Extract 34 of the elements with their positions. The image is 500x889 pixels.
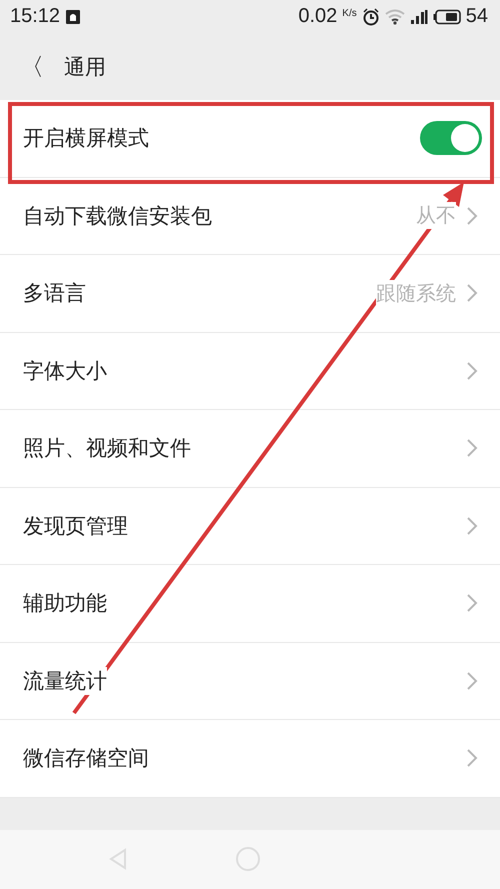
back-button[interactable]: 〈 xyxy=(12,50,52,82)
signal-icon xyxy=(410,8,428,24)
network-speed: 0.02 xyxy=(298,5,338,28)
wifi-icon xyxy=(384,8,405,24)
page-title: 通用 xyxy=(64,54,106,80)
setting-value: 从不 xyxy=(416,202,456,230)
toggle-switch[interactable] xyxy=(420,121,482,156)
chevron-icon xyxy=(466,593,478,614)
speed-unit: K/s xyxy=(342,8,357,19)
chevron-icon xyxy=(466,516,478,536)
setting-value: 跟随系统 xyxy=(376,280,456,307)
settings-item[interactable]: 字体大小 xyxy=(0,332,500,410)
chevron-icon xyxy=(466,283,478,304)
home-nav-icon[interactable] xyxy=(235,846,261,872)
settings-item[interactable]: 微信存储空间 xyxy=(0,720,500,798)
settings-item[interactable]: 辅助功能 xyxy=(0,565,500,642)
status-time: 15:12 xyxy=(10,5,60,28)
alarm-icon xyxy=(362,8,380,26)
chevron-icon xyxy=(466,360,478,381)
settings-item[interactable]: 自动下载微信安装包 从不 xyxy=(0,178,500,255)
back-nav-icon[interactable] xyxy=(106,848,128,870)
chevron-icon xyxy=(466,670,478,691)
settings-item[interactable]: 照片、视频和文件 xyxy=(0,410,500,488)
settings-item[interactable]: 流量统计 xyxy=(0,642,500,720)
settings-item[interactable]: 开启横屏模式 xyxy=(0,100,500,178)
setting-label: 流量统计 xyxy=(23,666,107,695)
battery-level: 54 xyxy=(466,5,488,28)
chevron-icon xyxy=(466,438,478,458)
settings-item[interactable]: 多语言 跟随系统 xyxy=(0,255,500,332)
settings-item[interactable]: 发现页管理 xyxy=(0,488,500,565)
notification-icon xyxy=(65,8,82,24)
battery-icon xyxy=(432,8,461,24)
chevron-icon xyxy=(466,748,478,768)
chevron-icon xyxy=(466,206,478,226)
